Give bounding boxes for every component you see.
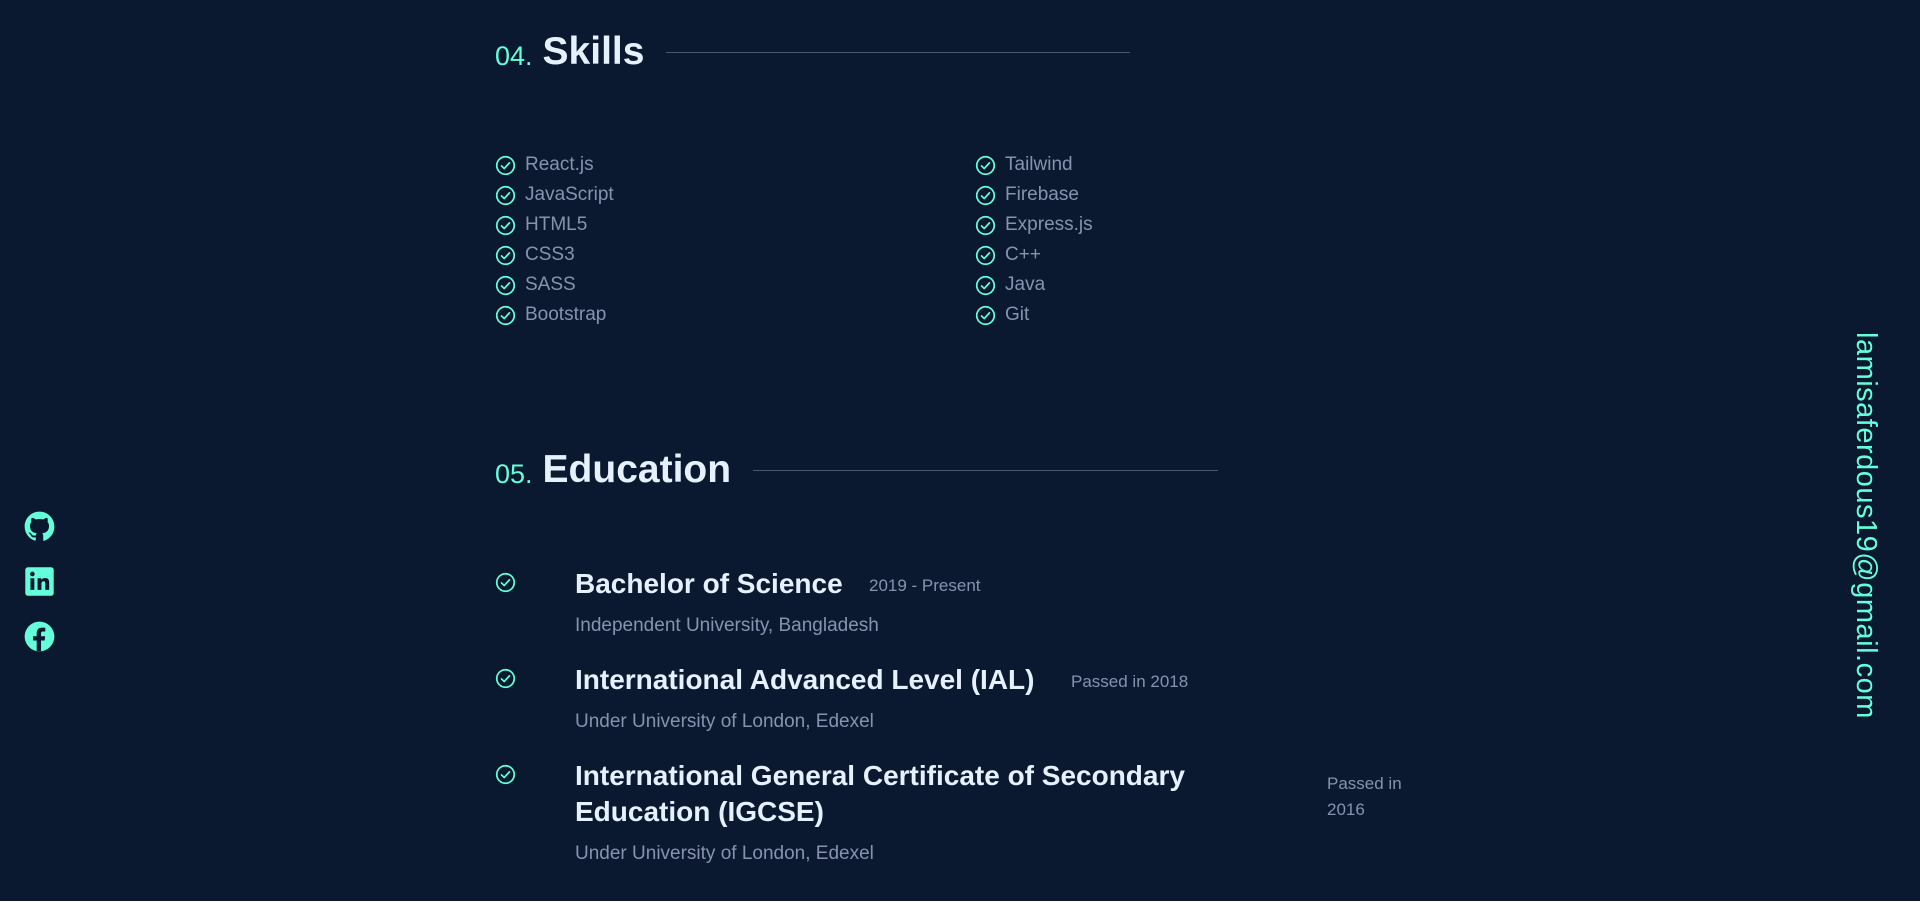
school-name: Under University of London, Edexel bbox=[575, 711, 874, 732]
skill-label: HTML5 bbox=[525, 214, 588, 235]
github-icon[interactable] bbox=[24, 511, 55, 542]
skills-section-number: 04. bbox=[495, 40, 533, 71]
email-link[interactable]: lamisaferdous19@gmail.com bbox=[1849, 332, 1882, 719]
skill-label: Java bbox=[1005, 274, 1046, 295]
skill-label: React.js bbox=[525, 154, 594, 175]
degree-date: Passed in 2018 bbox=[1071, 672, 1189, 691]
skill-label: Bootstrap bbox=[525, 304, 607, 325]
check-circle-icon bbox=[495, 185, 516, 206]
degree-title-line1: International General Certificate of Sec… bbox=[575, 760, 1185, 791]
degree-date-line1: Passed in bbox=[1327, 774, 1402, 793]
skill-label: Firebase bbox=[1005, 184, 1079, 205]
check-circle-icon bbox=[495, 155, 516, 176]
skill-item: HTML5 bbox=[495, 210, 614, 240]
skill-label: CSS3 bbox=[525, 244, 575, 265]
skill-item: Tailwind bbox=[975, 150, 1093, 180]
check-circle-icon bbox=[975, 185, 996, 206]
skill-item: Bootstrap bbox=[495, 300, 614, 330]
skills-section-title: Skills bbox=[542, 30, 645, 73]
skill-item: Firebase bbox=[975, 180, 1093, 210]
degree-title: Bachelor of Science bbox=[575, 568, 843, 599]
skills-heading-divider bbox=[666, 51, 1131, 53]
skill-label: Tailwind bbox=[1005, 154, 1073, 175]
portfolio-page: 04. Skills React.js JavaScript HTML5 CSS… bbox=[0, 0, 1920, 903]
check-circle-icon bbox=[975, 275, 996, 296]
degree-title: International Advanced Level (IAL) bbox=[575, 664, 1035, 695]
skill-item: React.js bbox=[495, 150, 614, 180]
skill-label: C++ bbox=[1005, 244, 1041, 265]
skill-item: Express.js bbox=[975, 210, 1093, 240]
education-section-number: 05. bbox=[495, 458, 533, 489]
check-circle-icon bbox=[495, 572, 516, 593]
check-circle-icon bbox=[495, 275, 516, 296]
education-heading: 05. Education bbox=[495, 448, 1219, 492]
degree-date-line2: 2016 bbox=[1327, 800, 1365, 819]
education-section-title: Education bbox=[542, 448, 732, 491]
check-circle-icon bbox=[975, 215, 996, 236]
skill-label: Git bbox=[1005, 304, 1030, 325]
check-circle-icon bbox=[975, 305, 996, 326]
check-circle-icon bbox=[975, 155, 996, 176]
skill-item: JavaScript bbox=[495, 180, 614, 210]
check-circle-icon bbox=[495, 668, 516, 689]
check-circle-icon bbox=[975, 245, 996, 266]
skill-label: SASS bbox=[525, 274, 576, 295]
skill-item: Java bbox=[975, 270, 1093, 300]
degree-title-line2: Education (IGCSE) bbox=[575, 796, 824, 827]
skill-item: Git bbox=[975, 300, 1093, 330]
facebook-icon[interactable] bbox=[24, 621, 55, 652]
skills-list-left: React.js JavaScript HTML5 CSS3 SASS Boot… bbox=[495, 150, 614, 330]
skill-label: Express.js bbox=[1005, 214, 1093, 235]
linkedin-icon[interactable] bbox=[24, 566, 55, 597]
school-name: Independent University, Bangladesh bbox=[575, 615, 879, 636]
skills-heading: 04. Skills bbox=[495, 30, 1131, 74]
check-circle-icon bbox=[495, 215, 516, 236]
check-circle-icon bbox=[495, 764, 516, 785]
school-name: Under University of London, Edexel bbox=[575, 843, 874, 864]
education-heading-divider bbox=[753, 469, 1219, 471]
skills-list-right: Tailwind Firebase Express.js C++ Java Gi… bbox=[975, 150, 1093, 330]
skill-label: JavaScript bbox=[525, 184, 614, 205]
skill-item: SASS bbox=[495, 270, 614, 300]
check-circle-icon bbox=[495, 305, 516, 326]
check-circle-icon bbox=[495, 245, 516, 266]
skill-item: C++ bbox=[975, 240, 1093, 270]
skill-item: CSS3 bbox=[495, 240, 614, 270]
degree-date: 2019 - Present bbox=[869, 576, 981, 595]
